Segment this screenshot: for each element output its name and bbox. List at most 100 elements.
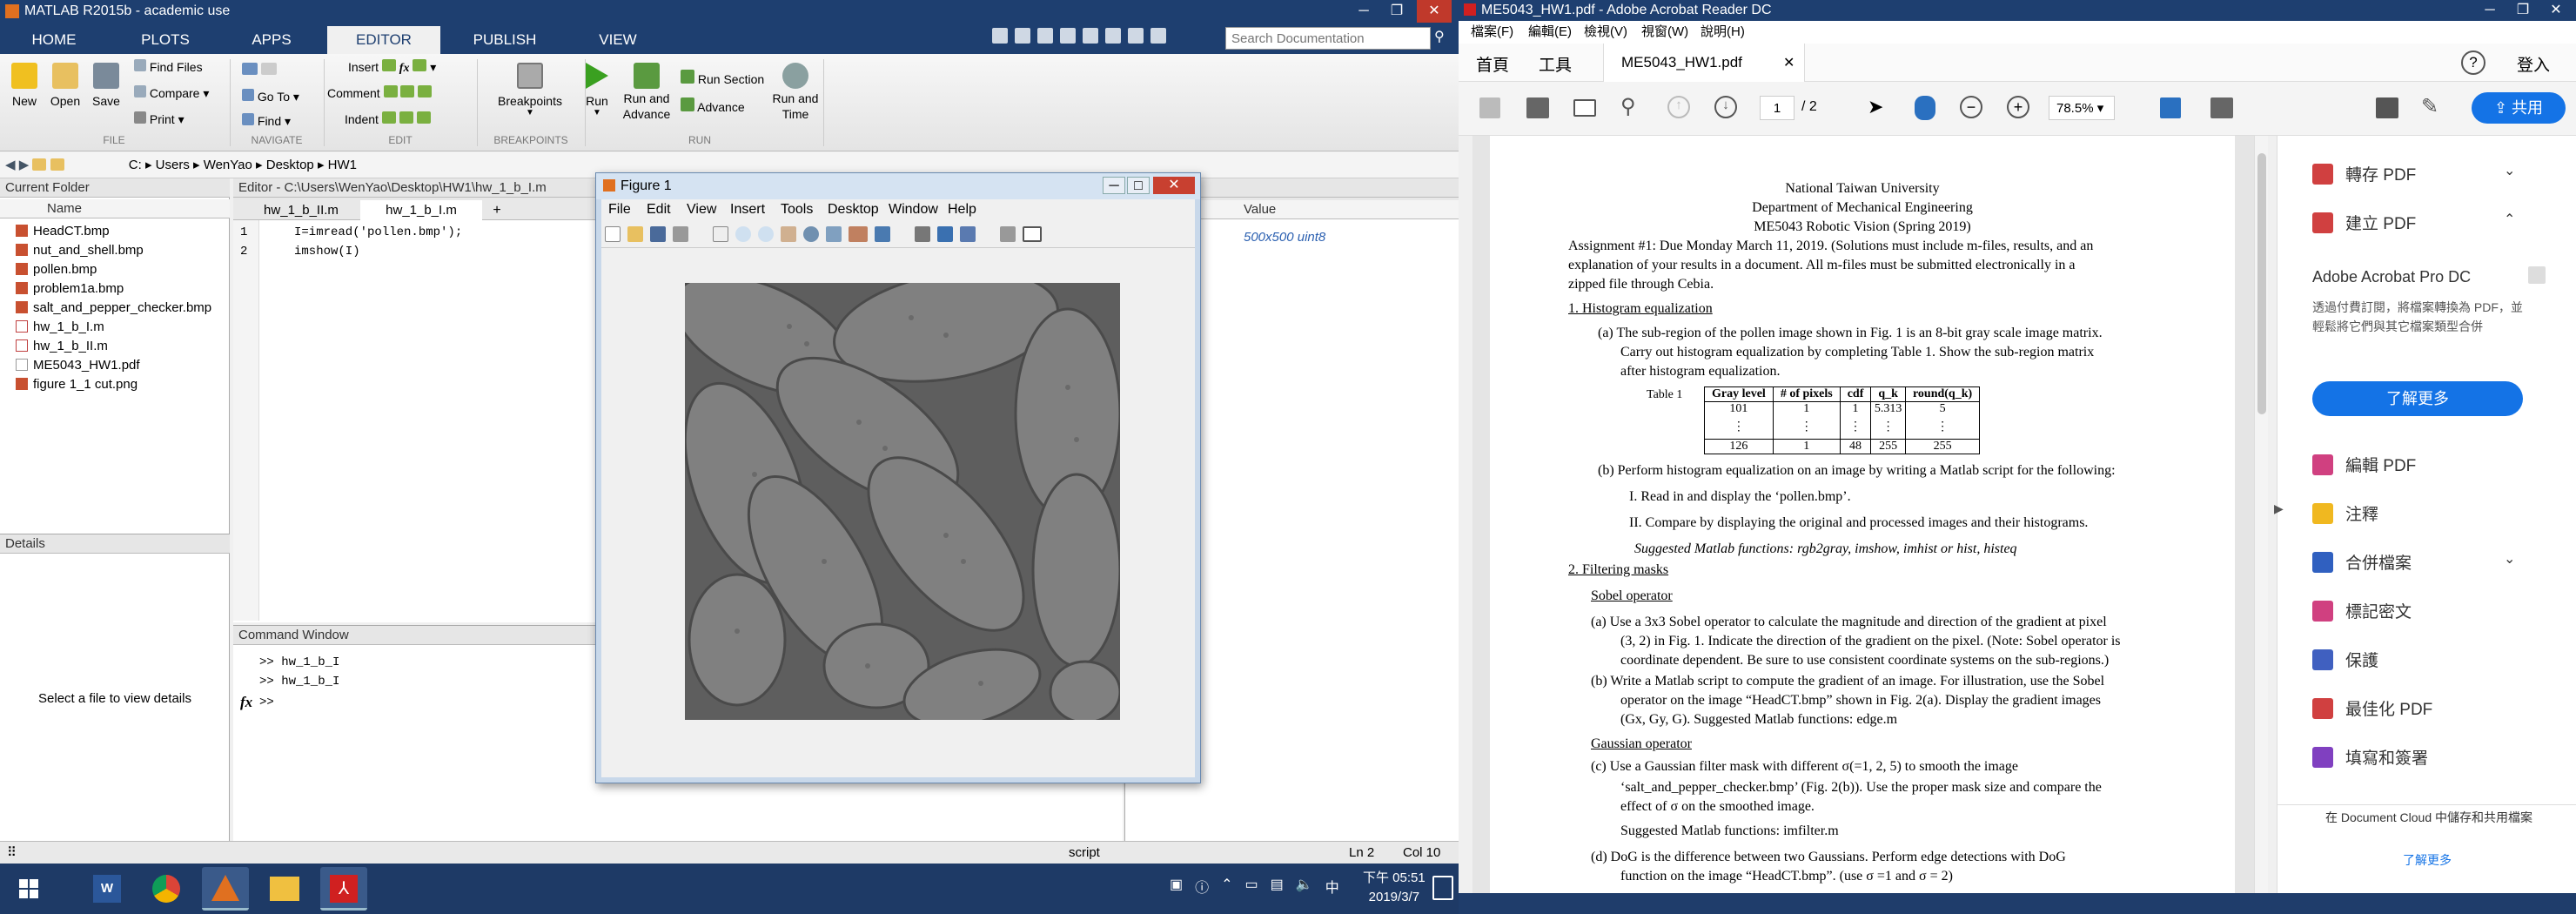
print-figure-icon[interactable] [673,226,688,242]
tab-home[interactable]: 首頁 [1476,52,1509,76]
cut-icon[interactable] [1015,28,1030,44]
open-button[interactable]: Open [47,63,84,108]
browse-folder-icon[interactable] [50,158,64,171]
maximize-button[interactable]: ❐ [2510,0,2536,21]
pollen-image[interactable] [685,283,1120,720]
advance-button[interactable]: Advance [681,97,745,114]
run-and-time-button[interactable]: Run and Time [769,63,822,122]
link-plot-icon[interactable] [875,226,890,242]
file-item[interactable]: hw_1_b_II.m [16,339,108,353]
new-button[interactable]: New [7,63,42,108]
code-line[interactable]: imshow(I) [294,245,360,259]
file-item[interactable]: nut_and_shell.bmp [16,243,144,258]
rotate-3d-icon[interactable] [803,226,819,242]
scrollbar-thumb[interactable] [2257,153,2266,414]
comment-item[interactable]: 注釋 [2312,501,2378,525]
word-app[interactable]: W [84,867,131,911]
tab-document[interactable]: ME5043_HW1.pdf ✕ [1603,44,1805,82]
highlight-pen-icon[interactable]: ✎ [2421,94,2438,119]
menu-file[interactable]: File [608,199,631,220]
pan-icon[interactable] [781,226,796,242]
zoom-in-icon[interactable] [735,226,751,242]
zoom-out-icon[interactable] [758,226,774,242]
maximize-button[interactable]: □ [1127,177,1150,194]
run-and-advance-button[interactable]: Run and Advance [620,63,674,122]
tray-help-icon[interactable]: ⓘ [1195,876,1209,897]
path-users[interactable]: Users [156,158,190,172]
run-button[interactable]: Run ▼ [581,63,613,118]
colorbar-icon[interactable] [915,226,930,242]
optimize-pdf-item[interactable]: 最佳化 PDF [2312,696,2432,720]
menu-window[interactable]: 視窗(W) [1641,21,1688,44]
tray-app-icon[interactable]: ▣ [1170,876,1183,897]
close-button[interactable]: ✕ [1417,0,1452,23]
name-column-header[interactable]: Name [0,199,230,218]
indent-button[interactable]: Indent [345,111,431,126]
data-cursor-icon[interactable] [826,226,842,242]
edit-pdf-item[interactable]: 編輯 PDF [2312,453,2416,476]
code-line[interactable]: I=imread('pollen.bmp'); [294,225,462,239]
print-button[interactable]: Print ▾ [134,111,184,127]
hand-tool-icon[interactable] [1915,96,1935,120]
zoom-in-icon[interactable]: + [2007,96,2029,118]
menu-help[interactable]: 說明(H) [1701,21,1745,44]
print-icon[interactable] [1526,97,1549,118]
comment-icon[interactable] [2376,97,2398,118]
find-button[interactable]: Find ▾ [242,113,291,129]
zoom-level-select[interactable]: 78.5% ▾ [2049,96,2115,120]
cloud-learn-more-link[interactable]: 了解更多 [2277,851,2576,869]
matlab-app[interactable] [202,867,249,911]
file-item[interactable]: HeadCT.bmp [16,224,110,239]
back-icon[interactable]: ◀ [5,158,16,172]
close-tab-icon[interactable]: ✕ [1783,54,1794,71]
help-icon[interactable]: ? [2461,50,2485,75]
go-to-button[interactable]: Go To ▾ [242,89,299,104]
undo-icon[interactable] [1083,28,1098,44]
menu-edit[interactable]: Edit [647,199,671,220]
clock[interactable]: 下午 05:51 2019/3/7 [1363,869,1426,907]
fill-sign-item[interactable]: 填寫和簽署 [2312,745,2428,769]
new-tab-button[interactable]: + [486,200,508,220]
file-item[interactable]: problem1a.bmp [16,281,124,296]
edit-plot-icon[interactable] [713,226,728,242]
redact-item[interactable]: 標記密文 [2312,599,2412,622]
menu-view[interactable]: View [687,199,716,220]
editor-tab[interactable]: hw_1_b_II.m [249,200,353,220]
save-icon[interactable] [992,28,1008,44]
tray-up-arrow-icon[interactable]: ⌃ [1221,876,1232,897]
tab-apps[interactable]: APPS [233,26,310,54]
collapse-pane-icon[interactable]: ▶ [2274,501,2284,516]
tab-home[interactable]: HOME [16,26,92,54]
path-hw1[interactable]: HW1 [328,158,357,172]
search-icon[interactable]: ⚲ [1620,94,1636,119]
figure-title-bar[interactable]: Figure 1 ─ □ ✕ [596,173,1200,199]
compare-button[interactable]: Compare ▾ [134,85,209,101]
file-item[interactable]: pollen.bmp [16,262,97,277]
run-section-button[interactable]: Run Section [681,70,764,86]
email-icon[interactable] [1573,99,1596,117]
page-fit-icon[interactable] [2160,97,2181,118]
menu-desktop[interactable]: Desktop [828,199,879,220]
insert-button[interactable]: Insert fx ▾ [348,59,436,76]
pdf-page[interactable]: National Taiwan University Department of… [1490,136,2235,893]
workspace-value[interactable]: 500x500 uint8 [1244,230,1325,245]
tab-tools[interactable]: 工具 [1539,52,1572,76]
command-prompt[interactable]: >> [259,696,274,709]
forward-icon[interactable]: ▶ [19,158,30,172]
insert-legend-icon[interactable] [937,226,953,242]
document-scrollbar[interactable] [2254,136,2268,893]
notifications-icon[interactable] [1432,876,1453,900]
show-plot-tools-icon[interactable] [960,226,976,242]
save-button[interactable]: Save [89,63,124,108]
save-icon[interactable] [1479,97,1500,118]
path-desktop[interactable]: Desktop [266,158,314,172]
file-item[interactable]: ME5043_HW1.pdf [16,358,140,373]
tab-plots[interactable]: PLOTS [127,26,204,54]
new-figure-icon[interactable] [605,226,621,242]
page-number-input[interactable] [1760,96,1794,120]
tray-ime-icon[interactable]: 中 [1325,876,1339,897]
tab-editor[interactable]: EDITOR [327,26,440,54]
fx-icon[interactable]: fx [240,694,252,711]
close-button[interactable]: ✕ [1153,177,1195,194]
file-item[interactable]: figure 1_1 cut.png [16,377,138,392]
